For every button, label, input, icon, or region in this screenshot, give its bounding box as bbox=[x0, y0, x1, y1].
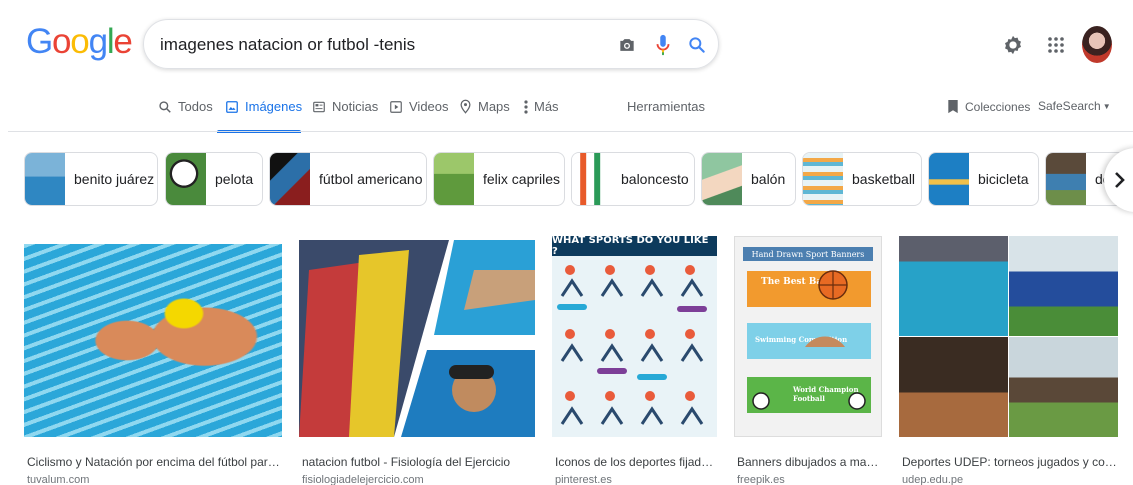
chip-baloncesto[interactable]: baloncesto bbox=[571, 152, 695, 206]
tab-todos[interactable]: Todos bbox=[158, 99, 213, 114]
safesearch-button[interactable]: SafeSearch ▼ bbox=[1038, 99, 1111, 113]
tab-label: Imágenes bbox=[245, 99, 303, 114]
avatar[interactable] bbox=[1082, 26, 1112, 63]
video-icon bbox=[390, 100, 402, 113]
gear-icon[interactable] bbox=[998, 27, 1028, 63]
camera-icon[interactable] bbox=[614, 32, 640, 58]
chip-label: balón bbox=[751, 171, 786, 187]
tools-button[interactable]: Herramientas bbox=[627, 99, 705, 114]
chevron-right-icon bbox=[1115, 172, 1125, 188]
chip-basketball[interactable]: basketball bbox=[802, 152, 922, 206]
collections-label: Colecciones bbox=[965, 99, 1031, 114]
chip-thumbnail bbox=[1046, 153, 1086, 205]
image-result[interactable]: Ciclismo y Natación por encima del fútbo… bbox=[24, 236, 285, 485]
chip-thumbnail bbox=[270, 153, 310, 205]
chip-thumbnail bbox=[166, 153, 206, 205]
related-search-chips: benito juárez pelota fútbol americano fe… bbox=[0, 152, 1133, 208]
chip-benito-juarez[interactable]: benito juárez bbox=[24, 152, 158, 206]
photo-pushups bbox=[1009, 337, 1118, 437]
chip-bicicleta[interactable]: bicicleta bbox=[928, 152, 1039, 206]
result-image[interactable] bbox=[899, 236, 1118, 437]
more-vert-icon bbox=[524, 99, 528, 114]
tab-label: Maps bbox=[478, 99, 510, 114]
chip-thumbnail bbox=[25, 153, 65, 205]
search-box[interactable]: imagenes natacion or futbol -tenis bbox=[143, 19, 719, 69]
tab-imagenes[interactable]: Imágenes bbox=[225, 99, 302, 114]
result-title[interactable]: Banners dibujados a mano d... bbox=[737, 455, 882, 469]
collections-button[interactable]: Colecciones bbox=[947, 99, 1030, 114]
news-icon bbox=[313, 101, 325, 112]
chip-label: basketball bbox=[852, 171, 916, 187]
safesearch-label: SafeSearch bbox=[1038, 99, 1101, 113]
image-result[interactable]: natacion futbol - Fisiología del Ejercic… bbox=[299, 236, 535, 485]
photo-pool bbox=[899, 236, 1008, 336]
result-image[interactable] bbox=[299, 240, 535, 437]
result-title[interactable]: natacion futbol - Fisiología del Ejercic… bbox=[302, 455, 538, 469]
search-tabs: Todos Imágenes Noticias Videos Maps Más … bbox=[0, 96, 1133, 133]
result-source[interactable]: freepik.es bbox=[737, 474, 785, 485]
dropdown-arrow-icon: ▼ bbox=[1102, 101, 1111, 111]
result-title[interactable]: Deportes UDEP: torneos jugados y convoca… bbox=[902, 455, 1121, 469]
search-icon[interactable] bbox=[684, 32, 710, 58]
result-title[interactable]: Iconos de los deportes fijados c... bbox=[555, 455, 715, 469]
apps-grid-icon[interactable] bbox=[1041, 27, 1071, 63]
photo-basketball bbox=[899, 337, 1008, 437]
tab-maps[interactable]: Maps bbox=[459, 99, 510, 114]
image-icon bbox=[226, 100, 238, 113]
result-source[interactable]: fisiologiadelejercicio.com bbox=[302, 474, 424, 485]
image-result[interactable]: Hand Drawn Sport Banners The Best Basket… bbox=[734, 236, 882, 485]
chip-pelota[interactable]: pelota bbox=[165, 152, 263, 206]
result-image[interactable]: WHAT SPORTS DO YOU LIKE ? bbox=[552, 236, 717, 437]
tools-label: Herramientas bbox=[627, 99, 706, 114]
result-image[interactable] bbox=[24, 244, 282, 437]
chip-balon[interactable]: balón bbox=[701, 152, 796, 206]
chip-felix-capriles[interactable]: felix capriles bbox=[433, 152, 565, 206]
pin-icon bbox=[460, 99, 471, 114]
chip-label: felix capriles bbox=[483, 171, 561, 187]
chip-thumbnail bbox=[434, 153, 474, 205]
chip-label: fútbol americano bbox=[319, 171, 423, 187]
chip-thumbnail bbox=[702, 153, 742, 205]
chip-thumbnail bbox=[803, 153, 843, 205]
chip-futbol-americano[interactable]: fútbol americano bbox=[269, 152, 427, 206]
chip-label: pelota bbox=[215, 171, 254, 187]
chip-label: bicicleta bbox=[978, 171, 1029, 187]
bookmark-icon bbox=[948, 99, 958, 114]
tab-label: Todos bbox=[178, 99, 213, 114]
result-source[interactable]: udep.edu.pe bbox=[902, 474, 963, 485]
mic-icon[interactable] bbox=[650, 32, 676, 58]
chip-thumbnail bbox=[929, 153, 969, 205]
image-result[interactable]: WHAT SPORTS DO YOU LIKE ? Iconos de los … bbox=[552, 236, 717, 485]
chip-thumbnail bbox=[572, 153, 612, 205]
result-title[interactable]: Ciclismo y Natación por encima del fútbo… bbox=[27, 455, 285, 469]
tab-label: Videos bbox=[409, 99, 449, 114]
chip-label: benito juárez bbox=[74, 171, 155, 187]
image-result[interactable]: Deportes UDEP: torneos jugados y convoca… bbox=[899, 236, 1121, 485]
divider bbox=[8, 131, 1133, 132]
tab-videos[interactable]: Videos bbox=[389, 99, 449, 114]
google-logo[interactable]: Google bbox=[26, 22, 133, 62]
tab-label: Más bbox=[534, 99, 559, 114]
image-heading: WHAT SPORTS DO YOU LIKE ? bbox=[552, 236, 717, 257]
search-icon bbox=[159, 100, 171, 113]
result-image[interactable]: Hand Drawn Sport Banners The Best Basket… bbox=[734, 236, 882, 437]
tab-noticias[interactable]: Noticias bbox=[312, 99, 378, 114]
tab-mas[interactable]: Más bbox=[524, 99, 559, 114]
search-input[interactable]: imagenes natacion or futbol -tenis bbox=[160, 35, 415, 55]
tab-label: Noticias bbox=[332, 99, 379, 114]
result-source[interactable]: tuvalum.com bbox=[27, 474, 89, 485]
photo-athletes-line bbox=[1009, 236, 1118, 336]
result-source[interactable]: pinterest.es bbox=[555, 474, 612, 485]
chip-label: baloncesto bbox=[621, 171, 689, 187]
